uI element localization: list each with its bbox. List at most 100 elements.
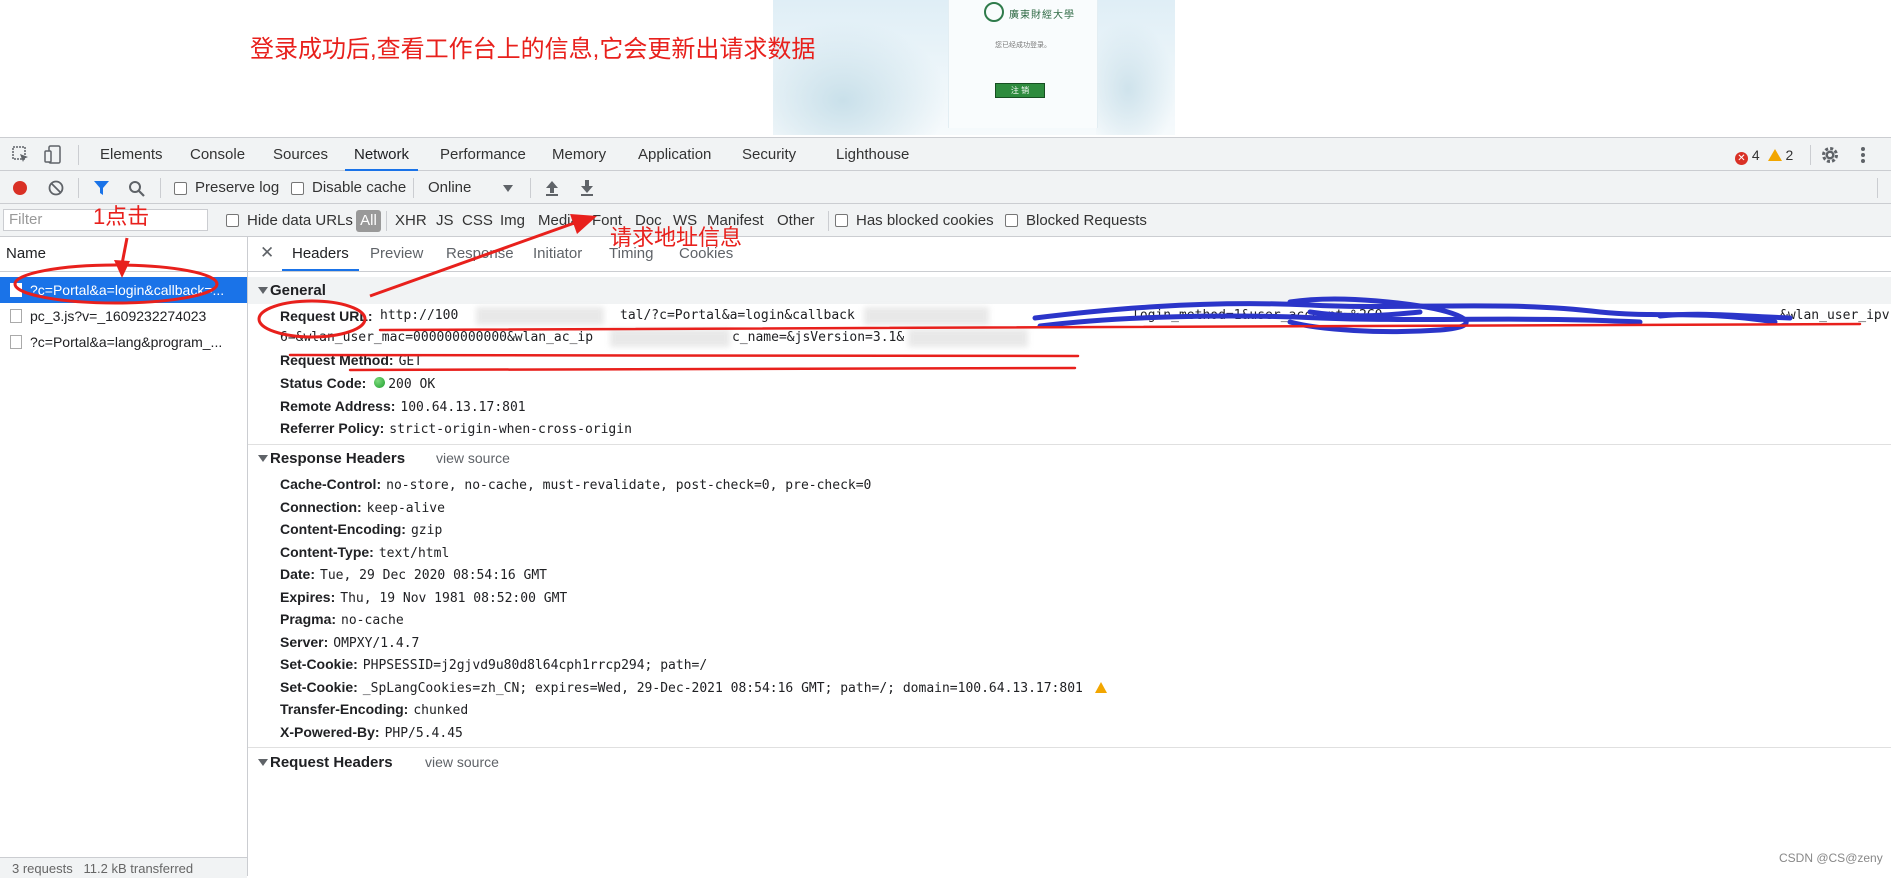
response-header-row: Expires: Thu, 19 Nov 1981 08:52:00 GMT — [280, 586, 567, 608]
tab-sources[interactable]: Sources — [273, 138, 328, 171]
remote-address-row: Remote Address: 100.64.13.17:801 — [280, 395, 526, 417]
url-fragment: tal/?c=Portal&a=login&callback — [620, 308, 855, 323]
view-source-link[interactable]: view source — [436, 445, 510, 472]
import-har-icon[interactable] — [545, 179, 559, 196]
response-header-row: Connection: keep-alive — [280, 496, 445, 518]
header-value: no-store, no-cache, must-revalidate, pos… — [386, 478, 872, 493]
response-header-row: Content-Type: text/html — [280, 541, 449, 563]
referrer-policy-row: Referrer Policy: strict-origin-when-cross… — [280, 417, 632, 439]
url-fragment: 6=&wlan_user_mac=000000000000&wlan_ac_ip — [280, 330, 594, 345]
field-value: 200 OK — [388, 377, 436, 392]
filter-type-css[interactable]: CSS — [462, 212, 493, 229]
general-section-header[interactable]: General — [248, 277, 1891, 304]
preserve-log-checkbox[interactable] — [174, 182, 187, 195]
header-value: gzip — [410, 523, 443, 538]
header-value: _SpLangCookies=zh_CN; expires=Wed, 29-De… — [362, 681, 1083, 696]
redacted-region — [476, 307, 604, 325]
header-name: Content-Encoding: — [280, 521, 406, 537]
view-source-link[interactable]: view source — [425, 749, 499, 776]
header-name: Expires: — [280, 589, 336, 605]
annotation-caption: 登录成功后,查看工作台上的信息,它会更新出请求数据 — [250, 36, 816, 63]
redacted-region — [610, 329, 730, 347]
clear-icon[interactable] — [48, 180, 64, 196]
throttling-select[interactable]: Online — [428, 179, 471, 196]
triangle-down-icon — [258, 759, 268, 766]
tab-console[interactable]: Console — [190, 138, 245, 171]
filter-type-other[interactable]: Other — [777, 212, 815, 229]
header-value: PHPSESSID=j2gjvd9u80d8l64cph1rrcp294; pa… — [362, 658, 708, 673]
search-icon[interactable] — [128, 180, 145, 197]
divider — [160, 178, 161, 198]
request-method-row: Request Method: GET — [280, 349, 422, 371]
request-name: pc_3.js?v=_1609232274023 — [30, 308, 207, 324]
header-value: OMPXY/1.4.7 — [333, 636, 420, 651]
tab-application[interactable]: Application — [638, 138, 711, 171]
response-headers-section-header[interactable]: Response Headers view source — [248, 445, 1891, 472]
request-name: ?c=Portal&a=login&callback=... — [30, 282, 225, 298]
field-label: Remote Address: — [280, 398, 396, 414]
header-name: Cache-Control: — [280, 476, 382, 492]
error-count-badge[interactable]: ✕ 4 2 — [1735, 147, 1793, 165]
warning-icon[interactable] — [1094, 682, 1107, 693]
status-code-row: Status Code: 200 OK — [280, 372, 435, 394]
header-name: Set-Cookie: — [280, 679, 358, 695]
divider — [530, 178, 531, 198]
response-header-row: Server: OMPXY/1.4.7 — [280, 631, 419, 653]
embedded-portal-screenshot: 廣東財經大學 您已经成功登录。 注 销 — [773, 0, 1175, 135]
blocked-requests-checkbox[interactable] — [1005, 214, 1018, 227]
warning-icon — [1767, 149, 1782, 161]
status-ok-dot-icon — [374, 377, 386, 388]
background-haze — [1096, 20, 1175, 135]
watermark: CSDN @CS@zeny — [1779, 851, 1883, 865]
tab-elements[interactable]: Elements — [100, 138, 163, 171]
chevron-down-icon[interactable] — [503, 185, 513, 192]
tab-network[interactable]: Network — [345, 138, 419, 171]
response-header-row: Date: Tue, 29 Dec 2020 08:54:16 GMT — [280, 563, 547, 585]
header-value: PHP/5.4.45 — [384, 726, 463, 741]
response-header-row: Cache-Control: no-store, no-cache, must-r… — [280, 473, 871, 495]
request-headers-section-header[interactable]: Request Headers view source — [248, 749, 1891, 776]
divider — [413, 178, 414, 198]
tab-lighthouse[interactable]: Lighthouse — [836, 138, 909, 171]
tab-preview[interactable]: Preview — [370, 237, 423, 271]
request-row-login[interactable]: ?c=Portal&a=login&callback=... — [0, 277, 247, 303]
export-har-icon[interactable] — [580, 179, 594, 196]
header-name: Connection: — [280, 499, 362, 515]
settings-gear-icon[interactable] — [1820, 145, 1840, 165]
filter-funnel-icon[interactable] — [93, 180, 110, 196]
hide-data-urls-checkbox[interactable] — [226, 214, 239, 227]
url-fragment: http://100 — [380, 308, 459, 323]
field-value: 100.64.13.17:801 — [400, 400, 526, 415]
tab-headers[interactable]: Headers — [282, 237, 359, 271]
divider — [828, 211, 829, 231]
tab-initiator[interactable]: Initiator — [533, 237, 582, 271]
record-icon[interactable] — [12, 180, 28, 196]
inspect-element-icon[interactable] — [12, 146, 30, 164]
device-toolbar-icon[interactable] — [44, 145, 62, 165]
request-row-pc3js[interactable]: pc_3.js?v=_1609232274023 — [0, 303, 247, 329]
header-value: no-cache — [341, 613, 404, 628]
tab-security[interactable]: Security — [742, 138, 796, 171]
filter-type-media[interactable]: Media — [538, 212, 579, 229]
more-options-icon[interactable] — [1860, 145, 1866, 165]
filter-type-xhr[interactable]: XHR — [395, 212, 427, 229]
header-name: Content-Type: — [280, 544, 374, 560]
filter-type-img[interactable]: Img — [500, 212, 525, 229]
disable-cache-checkbox[interactable] — [291, 182, 304, 195]
filter-type-all[interactable]: All — [356, 210, 381, 232]
tab-response[interactable]: Response — [446, 237, 514, 271]
header-name: Date: — [280, 566, 316, 582]
summary-text: 3 requests 11.2 kB transferred — [12, 861, 194, 876]
logout-button[interactable]: 注 销 — [995, 83, 1045, 98]
name-column-header[interactable]: Name — [0, 237, 247, 272]
request-url-line-1: http://100 tal/?c=Portal&a=login&callbac… — [380, 305, 1891, 327]
close-icon[interactable]: ✕ — [260, 243, 274, 263]
has-blocked-cookies-checkbox[interactable] — [835, 214, 848, 227]
url-fragment: &wlan_user_ipv — [1780, 308, 1890, 323]
tab-memory[interactable]: Memory — [552, 138, 606, 171]
filter-type-js[interactable]: JS — [436, 212, 454, 229]
tab-performance[interactable]: Performance — [440, 138, 526, 171]
section-title: General — [270, 282, 326, 299]
triangle-down-icon — [258, 455, 268, 462]
request-row-lang[interactable]: ?c=Portal&a=lang&program_... — [0, 329, 247, 355]
